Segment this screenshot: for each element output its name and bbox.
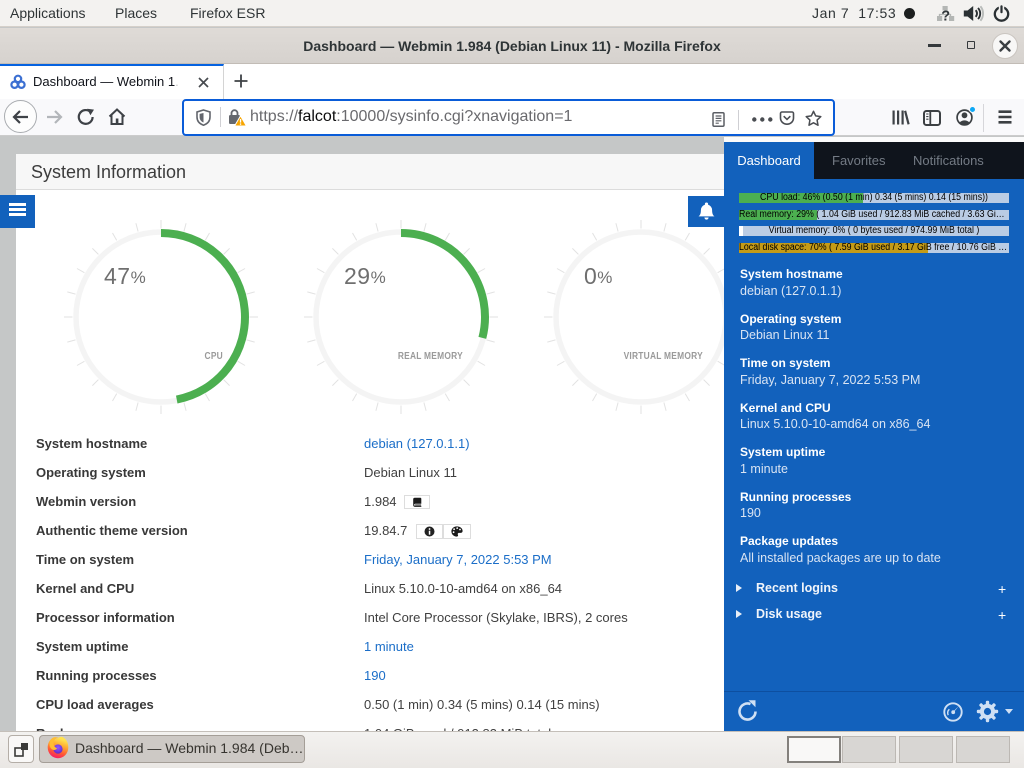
svg-text:?: ? (941, 9, 950, 24)
